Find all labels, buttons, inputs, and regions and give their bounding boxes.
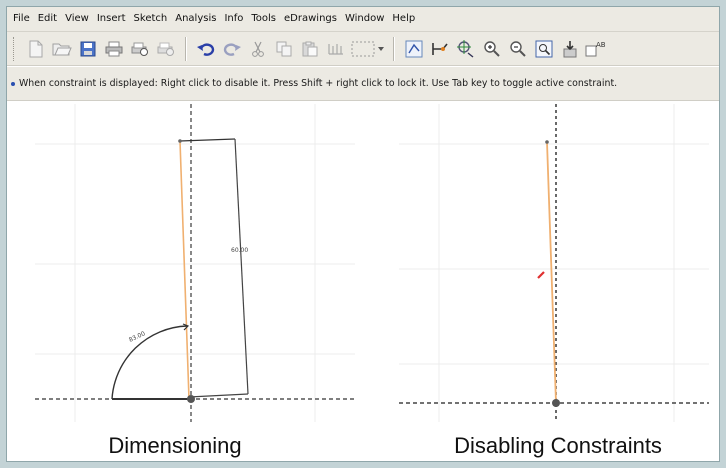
menu-sketch[interactable]: Sketch [130,10,172,28]
dimension-icon[interactable] [324,37,348,61]
status-hint-bar: When constraint is displayed: Right clic… [7,67,719,101]
sketch-line[interactable] [179,140,190,400]
caption-dimensioning: Dimensioning [108,433,242,458]
insert-icon[interactable] [558,37,582,61]
angle-dimension-arc [111,325,188,400]
menu-edit[interactable]: Edit [34,10,61,28]
constraints-sketch [399,104,709,422]
redo-icon[interactable] [220,37,244,61]
print-icon[interactable] [102,37,126,61]
zoom-window-icon[interactable] [532,37,556,61]
menu-info[interactable]: Info [220,10,247,28]
origin-point[interactable] [552,399,560,407]
print-preview-icon[interactable] [128,37,152,61]
zoom-in-icon[interactable] [480,37,504,61]
save-icon[interactable] [76,37,100,61]
paste-icon[interactable] [298,37,322,61]
end-point[interactable] [545,140,549,144]
bottom-dimension-line [188,393,249,398]
toolbar-separator [393,36,395,61]
toolbar-grip[interactable] [13,36,17,61]
copy-icon[interactable] [272,37,296,61]
toolbar-separator [185,36,187,61]
dimension-label-vertical[interactable]: 60.00 [231,247,248,254]
menu-bar: File Edit View Insert Sketch Analysis In… [7,7,719,32]
application-window: File Edit View Insert Sketch Analysis In… [6,6,720,462]
cut-icon[interactable] [246,37,270,61]
new-icon[interactable] [24,37,48,61]
menu-edrawings[interactable]: eDrawings [280,10,341,28]
sketch-canvas[interactable]: 60.00 83.00 [7,102,719,427]
constraint-icon[interactable] [428,37,452,61]
dimensioning-sketch: 60.00 83.00 [35,104,355,422]
top-dimension-line [179,138,236,142]
select-combo[interactable] [351,39,385,59]
open-icon[interactable] [50,37,74,61]
constraints-panel[interactable] [399,104,709,422]
menu-window[interactable]: Window [341,10,388,28]
origin-point[interactable] [187,395,195,403]
menu-help[interactable]: Help [388,10,419,28]
sketch-icon[interactable] [402,37,426,61]
menu-insert[interactable]: Insert [93,10,130,28]
dimensioning-panel[interactable]: 60.00 83.00 [35,104,355,422]
standard-toolbar: AB [7,32,719,66]
end-point[interactable] [178,139,182,143]
constraint-marker-icon[interactable] [537,271,545,279]
zoom-out-icon[interactable] [506,37,530,61]
page-setup-icon[interactable] [154,37,178,61]
text-button-label: AB [596,41,606,49]
menu-analysis[interactable]: Analysis [171,10,220,28]
menu-view[interactable]: View [61,10,93,28]
undo-icon[interactable] [194,37,218,61]
menu-tools[interactable]: Tools [247,10,280,28]
axis-icon[interactable] [454,37,478,61]
caption-disabling-constraints: Disabling Constraints [454,433,662,458]
hint-bullet-icon [11,81,15,86]
text-icon[interactable]: AB [584,37,608,61]
vertical-dimension-line [234,138,249,395]
hint-text: When constraint is displayed: Right clic… [19,78,618,89]
menu-file[interactable]: File [9,10,34,28]
